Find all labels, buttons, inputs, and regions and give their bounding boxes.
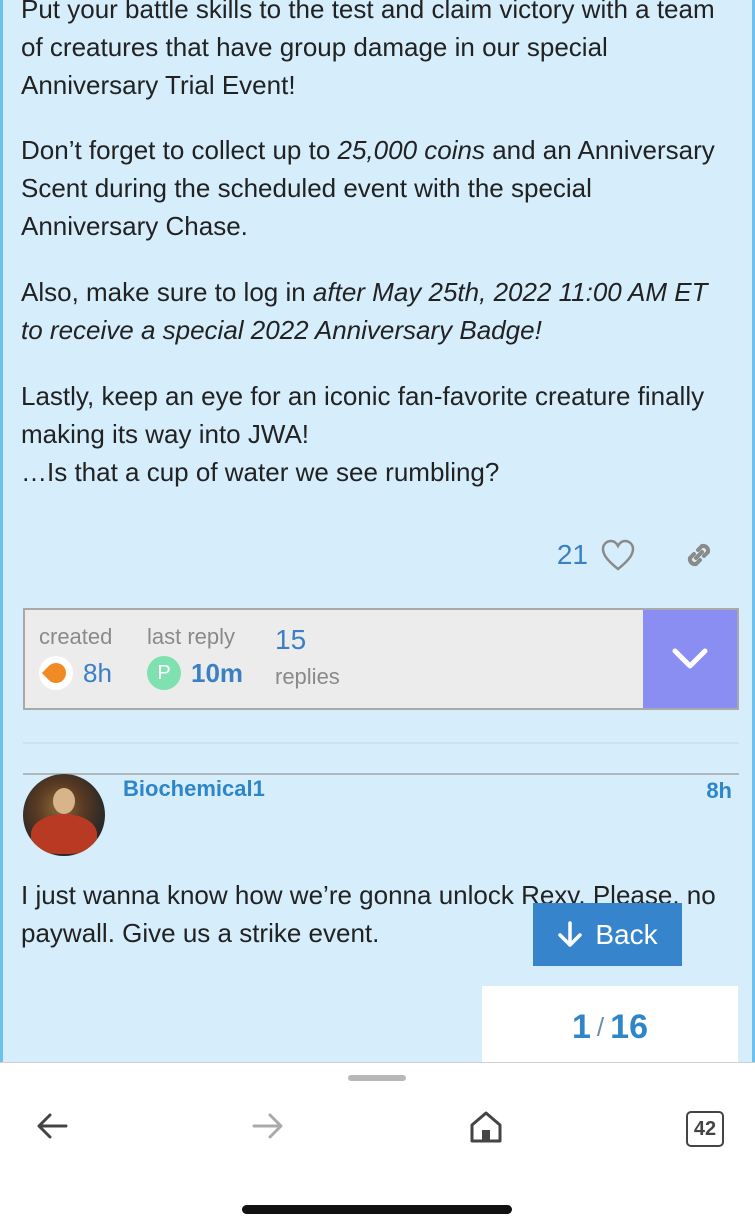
- last-reply-label: last reply: [147, 624, 236, 649]
- arrow-down-icon: [558, 920, 583, 947]
- heart-icon[interactable]: [600, 538, 636, 572]
- created-value[interactable]: 8h: [83, 658, 112, 689]
- home-icon[interactable]: [468, 1109, 504, 1145]
- tab-count-button[interactable]: 42: [686, 1111, 724, 1147]
- post-divider: [23, 773, 739, 775]
- home-indicator[interactable]: [242, 1205, 512, 1214]
- replies-stat: 15 replies: [275, 624, 340, 690]
- forward-arrow-icon[interactable]: [250, 1109, 286, 1143]
- browser-toolbar: 42: [0, 1062, 755, 1229]
- topic-page: Put your battle skills to the test and c…: [0, 0, 755, 1062]
- post-paragraph-4: Lastly, keep an eye for an iconic fan-fa…: [21, 377, 731, 491]
- post-text: Lastly, keep an eye for an iconic fan-fa…: [21, 381, 705, 449]
- post-text-italic: 25,000 coins: [337, 135, 485, 165]
- creator-avatar[interactable]: [39, 656, 73, 690]
- avatar[interactable]: [23, 774, 105, 856]
- progress-total: 16: [610, 1008, 648, 1046]
- post-paragraph-3: Also, make sure to log in after May 25th…: [21, 273, 731, 349]
- topic-progress[interactable]: 1 / 16: [482, 986, 738, 1062]
- post-actions: 21: [557, 532, 716, 578]
- created-label: created: [39, 624, 113, 649]
- created-stat: created 8h: [39, 624, 112, 690]
- last-reply-avatar[interactable]: P: [147, 656, 181, 690]
- replies-label: replies: [275, 664, 340, 689]
- back-button-label: Back: [595, 918, 658, 950]
- link-icon[interactable]: [682, 538, 716, 572]
- post-text: …Is that a cup of water we see rumbling?: [21, 457, 500, 487]
- last-reply-stat: last reply P 10m: [147, 624, 243, 690]
- drag-handle[interactable]: [348, 1075, 406, 1081]
- topic-map: created 8h last reply P 10m 15 replies: [23, 608, 739, 710]
- post-age[interactable]: 8h: [706, 778, 732, 804]
- chevron-down-icon: [672, 648, 708, 669]
- post-text: Also, make sure to log in: [21, 277, 313, 307]
- post-text: Don’t forget to collect up to: [21, 135, 338, 165]
- back-button[interactable]: Back: [533, 903, 682, 966]
- progress-separator: /: [596, 1012, 605, 1042]
- post-paragraph-2: Don’t forget to collect up to 25,000 coi…: [21, 131, 731, 245]
- like-count[interactable]: 21: [557, 539, 588, 571]
- post-username[interactable]: Biochemical1: [123, 776, 265, 802]
- expand-topic-map-button[interactable]: [643, 610, 737, 708]
- back-arrow-icon[interactable]: [34, 1109, 70, 1143]
- progress-current: 1: [572, 1008, 591, 1046]
- post-paragraph-1: Put your battle skills to the test and c…: [21, 0, 715, 100]
- replies-count: 15: [275, 624, 307, 655]
- last-reply-value[interactable]: 10m: [191, 658, 243, 689]
- divider: [23, 742, 739, 744]
